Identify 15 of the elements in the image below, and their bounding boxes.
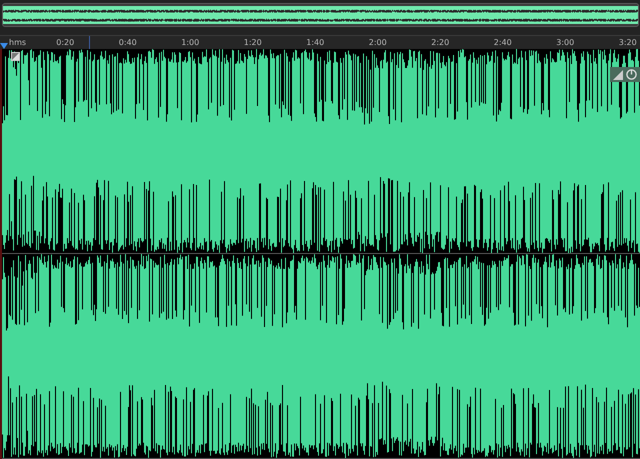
time-ruler[interactable]: hms 0:20 0:40 1:00 1:20 1:40 2:00 2:20 2:40 3:00 3:20: [0, 35, 640, 49]
position-marker: [89, 36, 90, 49]
time-tick-label: 1:20: [244, 38, 262, 48]
time-tick-label: 1:40: [306, 38, 324, 48]
time-tick-label: 0:20: [56, 38, 74, 48]
time-tick-label: 2:20: [431, 38, 450, 48]
time-tick-label: 2:00: [368, 38, 387, 48]
time-tick-label: 1:00: [181, 38, 200, 48]
corner-toggle-icon[interactable]: [11, 52, 20, 61]
volume-icon[interactable]: [613, 70, 623, 80]
time-tick-label: 2:40: [494, 38, 512, 48]
time-unit-label: hms: [9, 38, 26, 48]
time-tick-label: 0:40: [118, 38, 137, 48]
time-tick-label: 3:20: [618, 38, 637, 48]
time-tick-label: 3:00: [556, 38, 574, 48]
